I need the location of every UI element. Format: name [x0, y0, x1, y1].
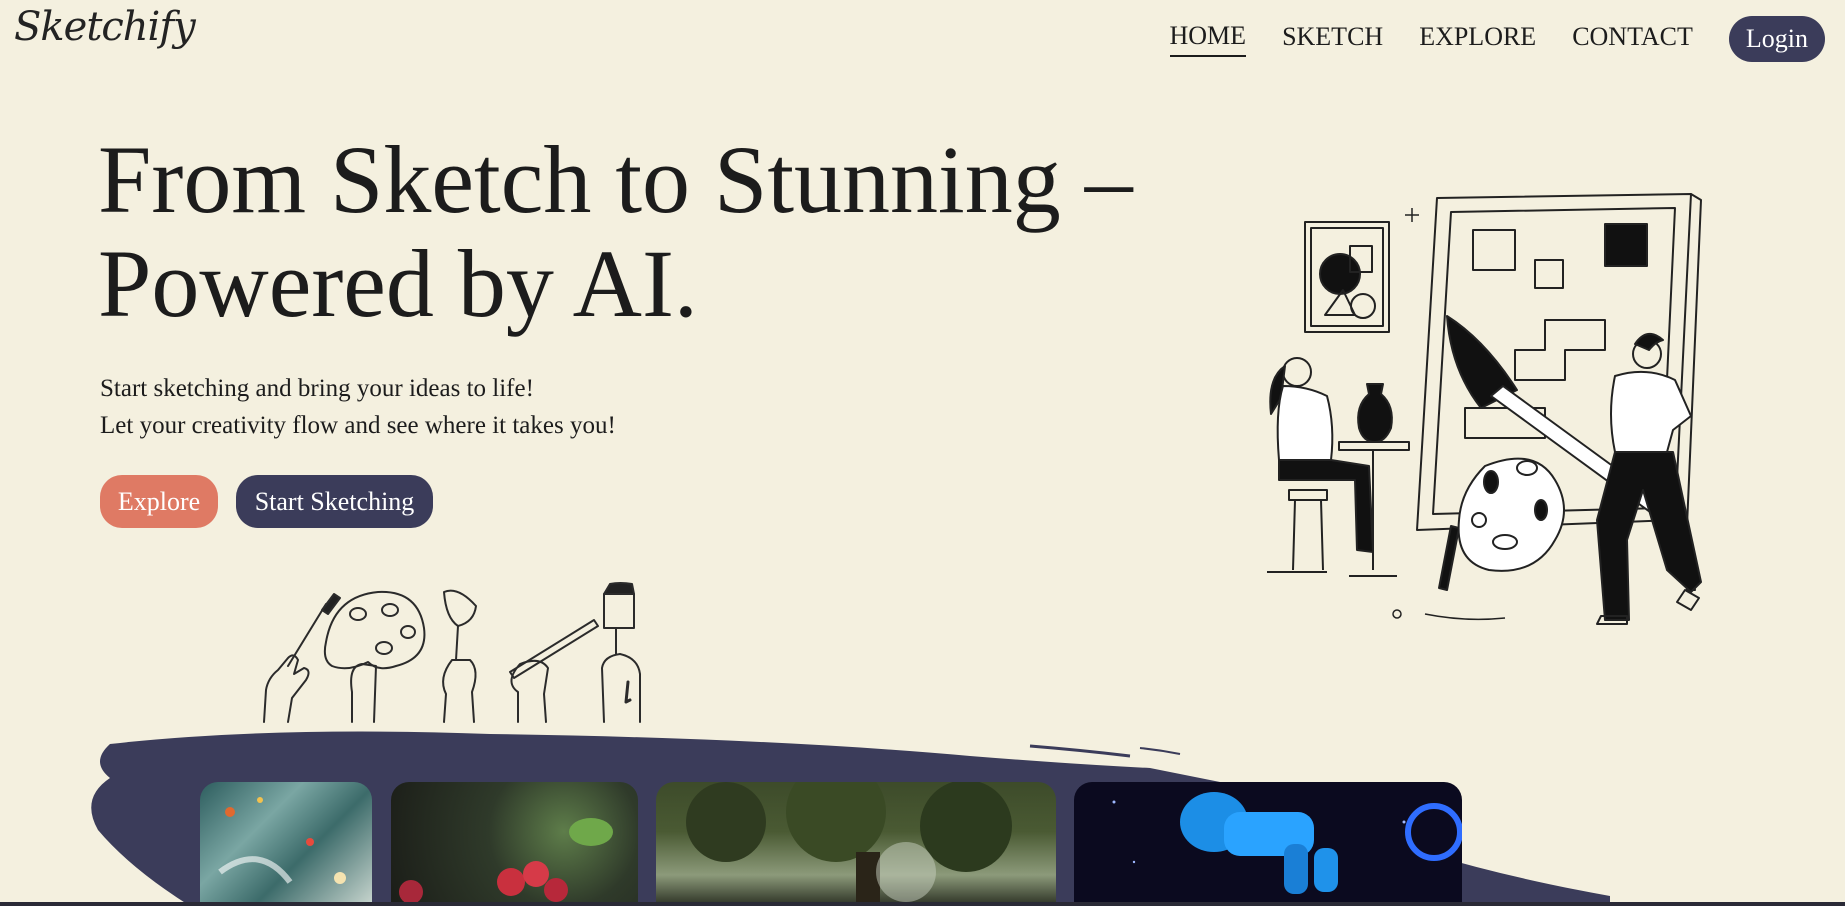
hands-with-art-tools-illustration: [263, 582, 641, 723]
login-button[interactable]: Login: [1728, 16, 1825, 62]
astronaut-card[interactable]: [1074, 782, 1462, 906]
page-bottom-divider: [0, 902, 1845, 906]
raspberries-card[interactable]: [391, 782, 638, 906]
nav-sketch[interactable]: SKETCH: [1282, 22, 1383, 56]
nav-home[interactable]: HOME: [1169, 21, 1247, 57]
hero-subtitle: Start sketching and bring your ideas to …: [100, 370, 616, 444]
explore-button[interactable]: Explore: [100, 475, 218, 528]
main-nav: HOME SKETCH EXPLORE CONTACT Login: [1169, 16, 1825, 62]
hero-subtitle-line-2: Let your creativity flow and see where i…: [100, 412, 616, 439]
hero-subtitle-line-1: Start sketching and bring your ideas to …: [100, 375, 534, 402]
forest-card[interactable]: [656, 782, 1056, 906]
abstract-paint-card[interactable]: [200, 782, 372, 906]
nav-contact[interactable]: CONTACT: [1572, 22, 1693, 56]
hero-title: From Sketch to Stunning – Powered by AI.: [98, 126, 1133, 337]
start-sketching-button[interactable]: Start Sketching: [236, 475, 433, 528]
artist-easel-illustration: [1267, 193, 1702, 625]
nav-explore[interactable]: EXPLORE: [1419, 22, 1536, 56]
logo[interactable]: Sketchify: [14, 4, 196, 50]
